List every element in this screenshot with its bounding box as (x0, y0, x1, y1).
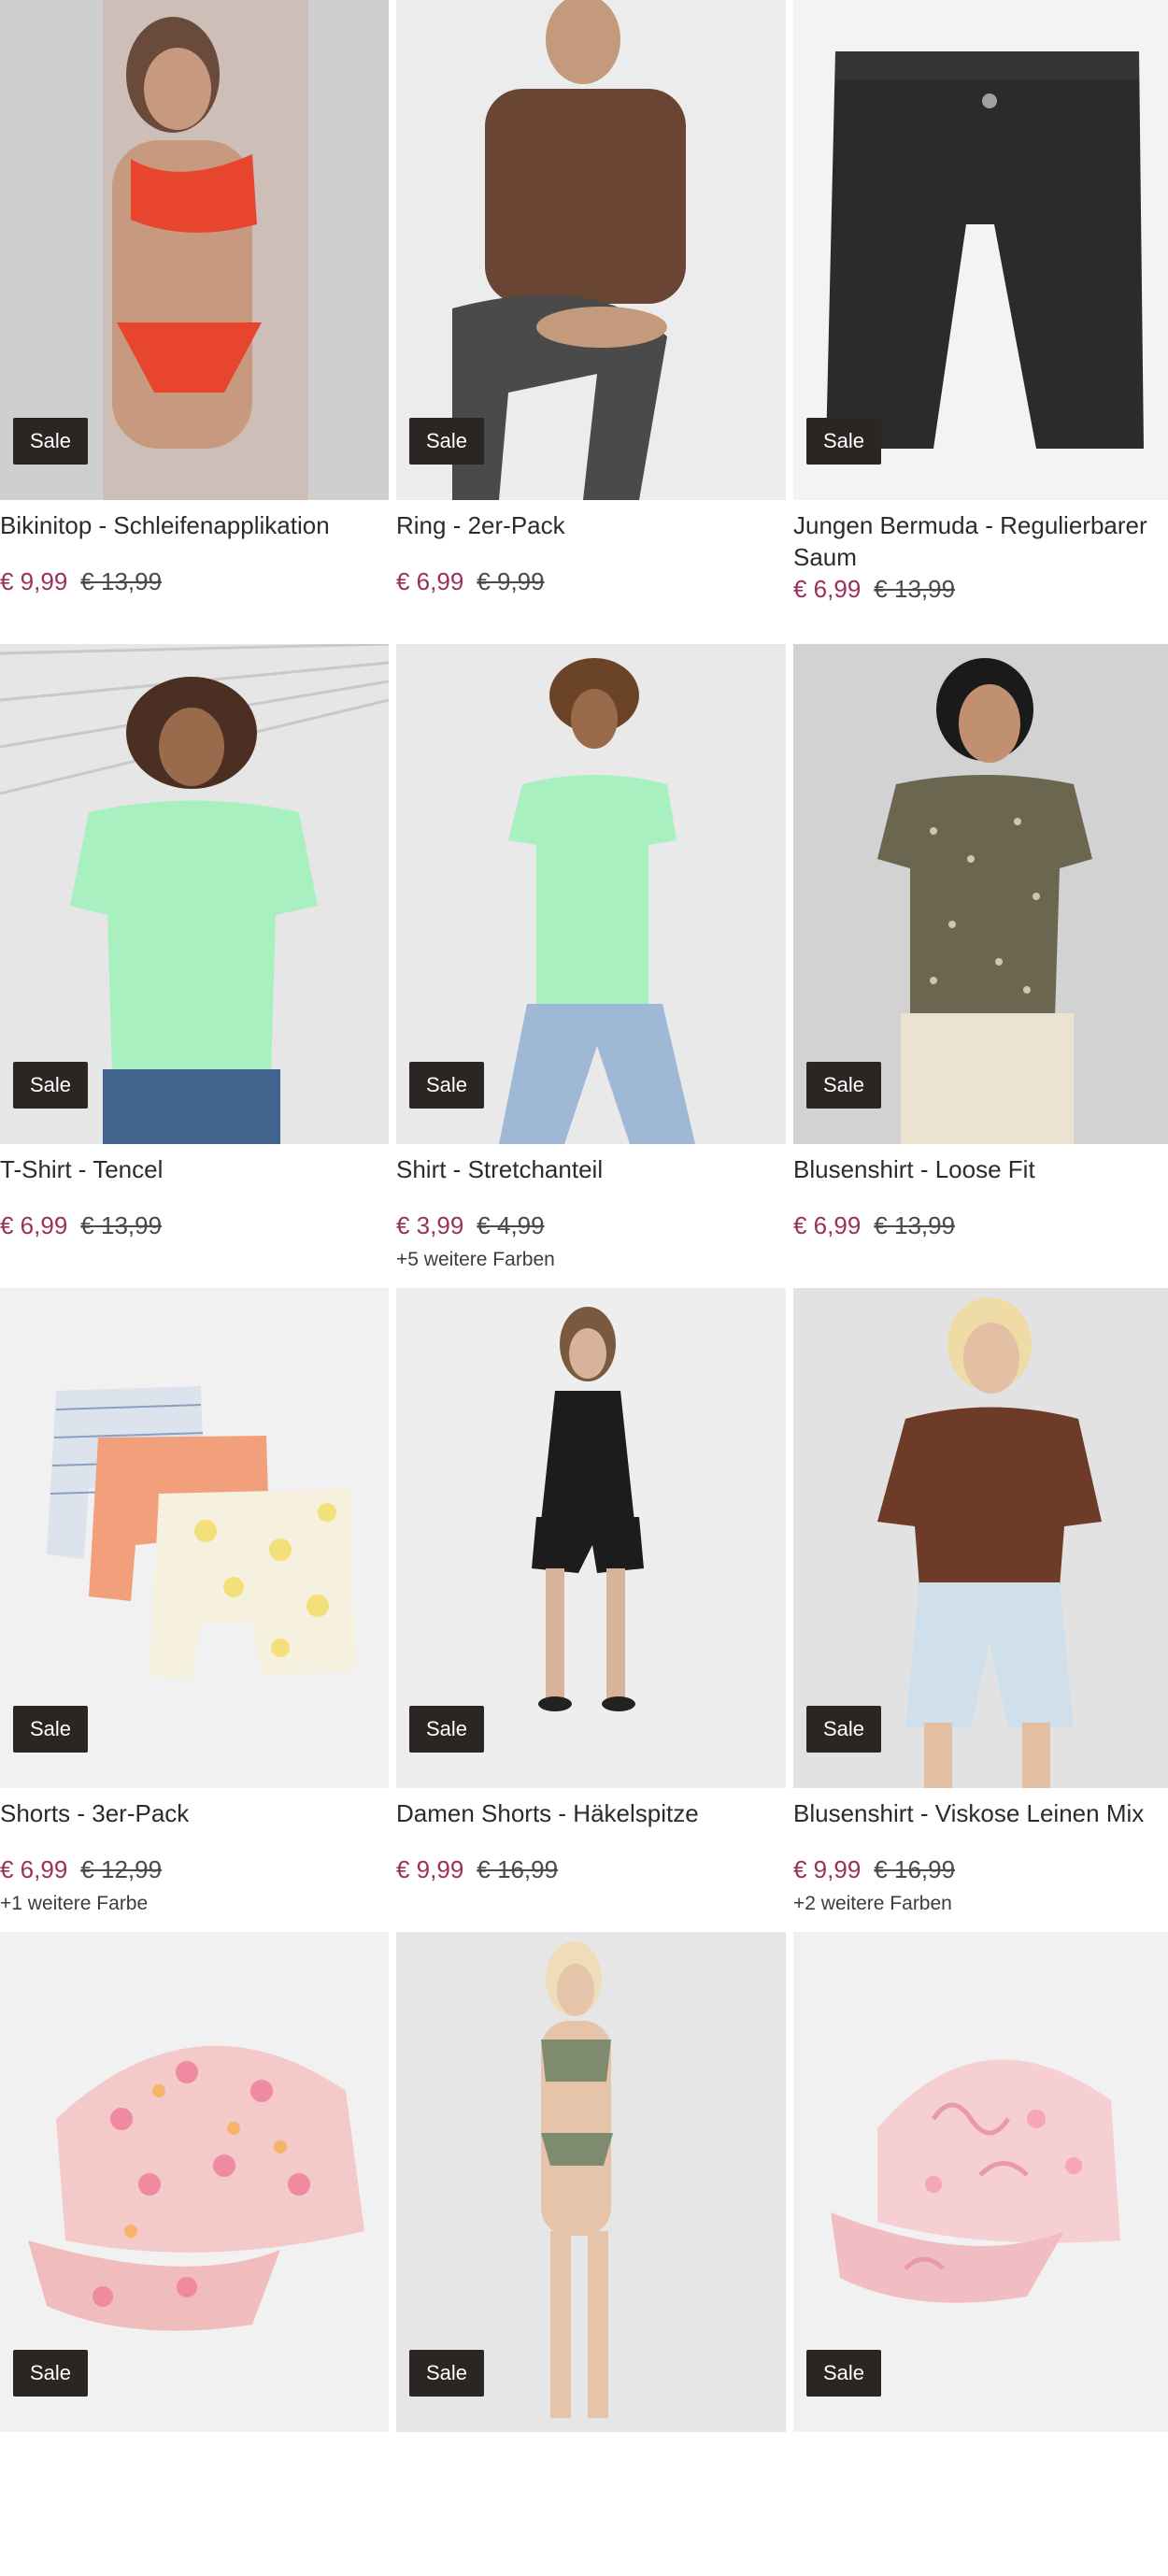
product-card[interactable]: Sale Shirt - Stretchanteil € 3,99 € 4,99 … (396, 644, 786, 1288)
price-row: € 6,99 € 9,99 (396, 567, 786, 595)
sale-badge: Sale (13, 1706, 88, 1753)
product-card[interactable]: Sale Blusenshirt - Loose Fit € 6,99 € 13,… (793, 644, 1168, 1288)
sale-price: € 3,99 (396, 1211, 464, 1239)
sale-badge: Sale (409, 418, 484, 465)
product-image[interactable]: Sale (793, 644, 1168, 1144)
sale-price: € 9,99 (396, 1855, 464, 1883)
product-title[interactable]: Blusenshirt - Loose Fit (793, 1153, 1168, 1185)
product-image[interactable]: Sale (0, 1288, 389, 1788)
old-price: € 12,99 (80, 1855, 163, 1883)
sale-badge: Sale (409, 1062, 484, 1109)
price-row: € 6,99 € 13,99 (0, 1211, 389, 1239)
more-colors-link[interactable]: +5 weitere Farben (396, 1249, 786, 1271)
sale-price: € 9,99 (0, 567, 68, 595)
product-card[interactable]: Sale T-Shirt - Tencel € 6,99 € 13,99 (0, 644, 389, 1288)
sale-badge: Sale (806, 2350, 881, 2397)
product-image[interactable]: Sale (396, 1932, 786, 2432)
product-title[interactable]: Blusenshirt - Viskose Leinen Mix (793, 1797, 1168, 1829)
product-card[interactable]: Sale (0, 1932, 389, 2576)
product-image[interactable]: Sale (793, 0, 1168, 500)
old-price: € 13,99 (80, 567, 163, 595)
price-row: € 9,99 € 16,99 (793, 1855, 1168, 1883)
sale-price: € 6,99 (793, 575, 862, 603)
sale-price: € 6,99 (0, 1211, 68, 1239)
price-row: € 9,99 € 16,99 (396, 1855, 786, 1883)
product-title[interactable]: T-Shirt - Tencel (0, 1153, 389, 1185)
product-card[interactable]: Sale Ring - 2er-Pack € 6,99 € 9,99 (396, 0, 786, 644)
sale-badge: Sale (13, 2350, 88, 2397)
price-row: € 9,99 € 13,99 (0, 567, 389, 595)
sale-badge: Sale (806, 1062, 881, 1109)
product-image[interactable]: Sale (396, 0, 786, 500)
product-card[interactable]: Sale (793, 1932, 1168, 2576)
sale-badge: Sale (13, 418, 88, 465)
product-image[interactable]: Sale (396, 1288, 786, 1788)
sale-badge: Sale (13, 1062, 88, 1109)
sale-badge: Sale (409, 1706, 484, 1753)
price-row: € 6,99 € 12,99 (0, 1855, 389, 1883)
old-price: € 13,99 (80, 1211, 163, 1239)
more-colors-link[interactable]: +1 weitere Farbe (0, 1893, 389, 1915)
price-row: € 6,99 € 13,99 (793, 575, 1168, 603)
product-title[interactable]: Damen Shorts - Häkelspitze (396, 1797, 786, 1829)
old-price: € 16,99 (874, 1855, 956, 1883)
product-image[interactable]: Sale (0, 1932, 389, 2432)
old-price: € 13,99 (874, 1211, 956, 1239)
product-card[interactable]: Sale Jungen Bermuda - Regulierbarer Saum… (793, 0, 1168, 644)
sale-price: € 6,99 (793, 1211, 862, 1239)
product-card[interactable]: Sale Bikinitop - Schleifenapplikation € … (0, 0, 389, 644)
sale-badge: Sale (409, 2350, 484, 2397)
price-row: € 6,99 € 13,99 (793, 1211, 1168, 1239)
sale-badge: Sale (806, 418, 881, 465)
product-image[interactable]: Sale (396, 644, 786, 1144)
sale-price: € 6,99 (0, 1855, 68, 1883)
product-card[interactable]: Sale Damen Shorts - Häkelspitze € 9,99 € … (396, 1288, 786, 1932)
product-image[interactable]: Sale (0, 0, 389, 500)
product-title[interactable]: Jungen Bermuda - Regulierbarer Saum (793, 509, 1168, 573)
price-row: € 3,99 € 4,99 (396, 1211, 786, 1239)
product-image[interactable]: Sale (0, 644, 389, 1144)
product-title[interactable]: Bikinitop - Schleifenapplikation (0, 509, 389, 541)
old-price: € 4,99 (477, 1211, 545, 1239)
sale-badge: Sale (806, 1706, 881, 1753)
old-price: € 16,99 (477, 1855, 559, 1883)
sale-price: € 6,99 (396, 567, 464, 595)
product-card[interactable]: Sale Shorts - 3er-Pack € 6,99 € 12,99 +1 … (0, 1288, 389, 1932)
product-title[interactable]: Shorts - 3er-Pack (0, 1797, 389, 1829)
product-card[interactable]: Sale Blusenshirt - Viskose Leinen Mix € … (793, 1288, 1168, 1932)
product-title[interactable]: Ring - 2er-Pack (396, 509, 786, 541)
sale-price: € 9,99 (793, 1855, 862, 1883)
old-price: € 13,99 (874, 575, 956, 603)
more-colors-link[interactable]: +2 weitere Farben (793, 1893, 1168, 1915)
product-card[interactable]: Sale (396, 1932, 786, 2576)
product-grid: Sale Bikinitop - Schleifenapplikation € … (0, 0, 1168, 2576)
product-title[interactable]: Shirt - Stretchanteil (396, 1153, 786, 1185)
old-price: € 9,99 (477, 567, 545, 595)
product-image[interactable]: Sale (793, 1288, 1168, 1788)
product-image[interactable]: Sale (793, 1932, 1168, 2432)
